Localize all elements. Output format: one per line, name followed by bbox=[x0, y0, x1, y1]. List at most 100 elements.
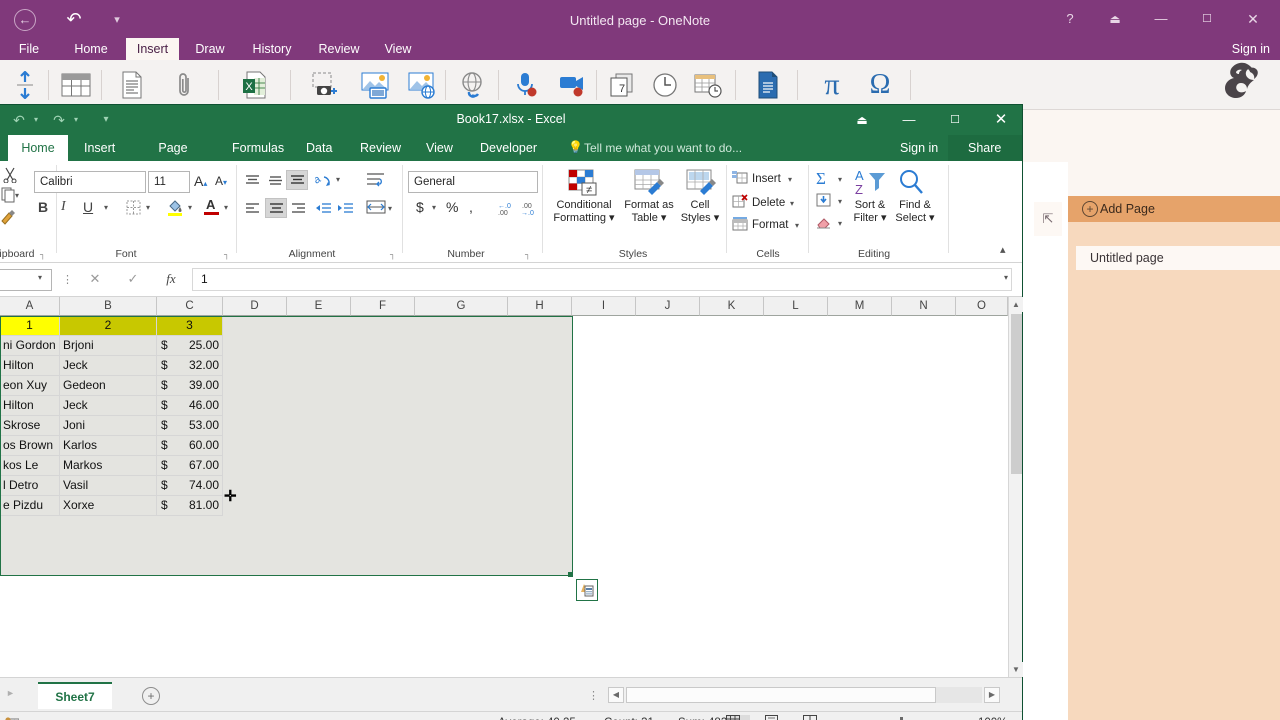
format-painter-icon[interactable] bbox=[0, 209, 16, 225]
page-list-item[interactable]: Untitled page bbox=[1076, 246, 1280, 270]
cell-C8[interactable]: $67.00 bbox=[157, 456, 223, 476]
tab-history[interactable]: History bbox=[241, 38, 303, 60]
column-header-D[interactable]: D bbox=[223, 297, 287, 316]
page-templates-icon[interactable]: 7 bbox=[602, 65, 642, 105]
clipboard-dialog-launcher[interactable]: ┐ bbox=[40, 250, 46, 259]
file-printout-icon[interactable] bbox=[748, 65, 788, 105]
percent-format-icon[interactable]: % bbox=[446, 199, 458, 215]
insert-cells-icon[interactable] bbox=[732, 170, 748, 184]
cell-C3[interactable]: $32.00 bbox=[157, 356, 223, 376]
scroll-left-icon[interactable]: ◀ bbox=[608, 687, 624, 703]
tab-data[interactable]: Data bbox=[296, 135, 340, 161]
fill-color-icon[interactable] bbox=[167, 198, 183, 216]
autosum-icon[interactable]: Σ bbox=[816, 169, 826, 189]
column-header-J[interactable]: J bbox=[636, 297, 700, 316]
page-break-view-icon[interactable] bbox=[803, 715, 827, 720]
sheet-tab-sheet7[interactable]: Sheet7 bbox=[38, 682, 112, 709]
horizontal-scroll-track[interactable] bbox=[626, 687, 982, 703]
decrease-font-size-icon[interactable]: A▾ bbox=[215, 174, 227, 188]
vertical-scroll-thumb[interactable] bbox=[1011, 314, 1022, 474]
cell-A8[interactable]: kos Le bbox=[0, 456, 60, 476]
conditional-formatting-icon[interactable]: ≠ bbox=[568, 169, 602, 197]
cell-B9[interactable]: Vasil bbox=[60, 476, 157, 496]
cell-A9[interactable]: l Detro bbox=[0, 476, 60, 496]
wrap-text-icon[interactable] bbox=[366, 171, 386, 189]
attach-file-icon[interactable] bbox=[165, 65, 205, 105]
align-bottom-icon[interactable] bbox=[289, 173, 306, 187]
column-header-N[interactable]: N bbox=[892, 297, 956, 316]
column-header-H[interactable]: H bbox=[508, 297, 572, 316]
cell-A6[interactable]: Skrose bbox=[0, 416, 60, 436]
cell-B1[interactable]: 2 bbox=[60, 316, 157, 336]
column-header-F[interactable]: F bbox=[351, 297, 415, 316]
cell-A2[interactable]: ni Gordon bbox=[0, 336, 60, 356]
orientation-dropdown-icon[interactable]: ▾ bbox=[336, 175, 340, 184]
accounting-format-icon[interactable]: $ bbox=[416, 199, 424, 215]
merge-dropdown-icon[interactable]: ▾ bbox=[388, 204, 392, 213]
excel-sign-in-button[interactable]: Sign in bbox=[900, 135, 938, 161]
onenote-page-canvas[interactable] bbox=[1022, 162, 1068, 720]
cell-B2[interactable]: Brjoni bbox=[60, 336, 157, 356]
screen-clipping-icon[interactable] bbox=[305, 65, 345, 105]
insert-function-icon[interactable]: fx bbox=[158, 271, 184, 287]
picture-from-file-icon[interactable] bbox=[355, 65, 395, 105]
sheet-nav-icon[interactable]: ► bbox=[6, 688, 15, 698]
align-middle-icon[interactable] bbox=[267, 173, 284, 187]
clear-dropdown-icon[interactable]: ▾ bbox=[838, 219, 842, 228]
scroll-right-icon[interactable]: ▶ bbox=[984, 687, 1000, 703]
share-button[interactable]: Share bbox=[948, 135, 1022, 161]
link-icon[interactable] bbox=[452, 65, 492, 105]
font-size-input[interactable]: 11 bbox=[148, 171, 190, 193]
font-dialog-launcher[interactable]: ┐ bbox=[224, 250, 230, 259]
cell-C7[interactable]: $60.00 bbox=[157, 436, 223, 456]
alignment-dialog-launcher[interactable]: ┐ bbox=[390, 250, 396, 259]
cell-C4[interactable]: $39.00 bbox=[157, 376, 223, 396]
formula-input[interactable]: 1 bbox=[192, 268, 1012, 291]
comma-format-icon[interactable]: , bbox=[469, 199, 473, 215]
copy-icon[interactable] bbox=[1, 187, 16, 203]
copy-dropdown-icon[interactable]: ▾ bbox=[15, 191, 19, 200]
number-format-select[interactable]: General bbox=[408, 171, 538, 193]
column-header-C[interactable]: C bbox=[157, 297, 223, 316]
horizontal-scrollbar[interactable]: ◀ ▶ bbox=[608, 687, 1000, 703]
cut-icon[interactable] bbox=[2, 167, 18, 183]
cell-B5[interactable]: Jeck bbox=[60, 396, 157, 416]
cell-B8[interactable]: Markos bbox=[60, 456, 157, 476]
insert-space-icon[interactable] bbox=[5, 65, 45, 105]
increase-font-size-icon[interactable]: A▴ bbox=[194, 173, 207, 189]
orientation-icon[interactable]: a bbox=[315, 172, 332, 188]
tab-review[interactable]: Review bbox=[350, 135, 408, 161]
record-audio-icon[interactable] bbox=[506, 65, 546, 105]
scroll-down-icon[interactable]: ▼ bbox=[1009, 662, 1023, 677]
format-as-table-icon[interactable] bbox=[634, 169, 666, 197]
cell-A10[interactable]: e Pizdu bbox=[0, 496, 60, 516]
online-pictures-icon[interactable] bbox=[402, 65, 442, 105]
font-name-input[interactable]: Calibri bbox=[34, 171, 146, 193]
tell-me-search[interactable]: Tell me what you want to do... bbox=[568, 135, 742, 161]
align-top-icon[interactable] bbox=[244, 173, 261, 187]
tab-page-layout[interactable]: Page Layout bbox=[128, 135, 218, 181]
tab-view[interactable]: View bbox=[375, 38, 421, 60]
cell-A5[interactable]: Hilton bbox=[0, 396, 60, 416]
cell-C6[interactable]: $53.00 bbox=[157, 416, 223, 436]
tab-draw[interactable]: Draw bbox=[185, 38, 235, 60]
clear-icon[interactable] bbox=[816, 215, 831, 229]
record-video-icon[interactable] bbox=[553, 65, 593, 105]
decrease-indent-icon[interactable] bbox=[315, 201, 332, 215]
column-header-L[interactable]: L bbox=[764, 297, 828, 316]
maximize-icon[interactable]: ☐ bbox=[938, 110, 972, 130]
column-header-M[interactable]: M bbox=[828, 297, 892, 316]
collapse-ribbon-icon[interactable]: ▴ bbox=[1000, 243, 1006, 256]
tab-home[interactable]: Home bbox=[62, 38, 120, 60]
column-header-A[interactable]: A bbox=[0, 297, 60, 316]
maximize-icon[interactable]: ☐ bbox=[1192, 8, 1222, 30]
cell-A7[interactable]: os Brown bbox=[0, 436, 60, 456]
number-dialog-launcher[interactable]: ┐ bbox=[525, 250, 531, 259]
add-page-button[interactable]: Add Page bbox=[1068, 196, 1280, 222]
equation-icon[interactable]: π bbox=[812, 65, 852, 105]
close-icon[interactable]: ✕ bbox=[1238, 8, 1268, 30]
autosum-dropdown-icon[interactable]: ▾ bbox=[838, 175, 842, 184]
font-color-dropdown-icon[interactable]: ▾ bbox=[224, 203, 228, 212]
column-header-E[interactable]: E bbox=[287, 297, 351, 316]
tab-review[interactable]: Review bbox=[309, 38, 369, 60]
